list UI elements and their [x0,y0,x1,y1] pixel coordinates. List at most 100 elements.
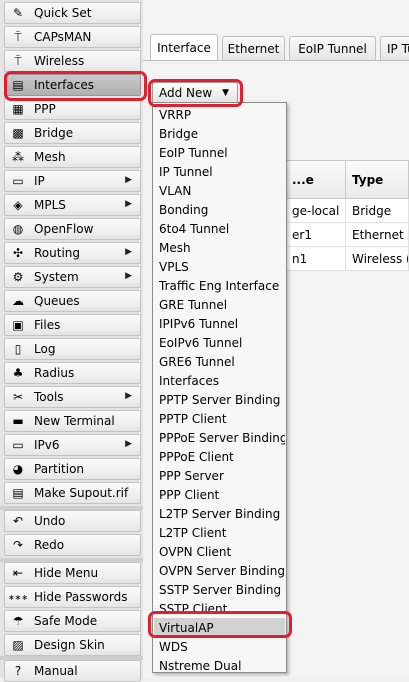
sidebar-item-safe-mode[interactable]: ☂ Safe Mode [4,610,141,632]
sidebar-item-queues[interactable]: ☁ Queues [4,290,141,312]
sidebar-item-label: IPv6 [34,438,60,452]
dropdown-item-ipipv6-tunnel[interactable]: IPIPv6 Tunnel [154,314,285,333]
table-cell-name[interactable]: n1 [286,247,346,271]
sidebar-item-bridge[interactable]: ▩ Bridge [4,122,141,144]
sidebar-item-capsman[interactable]: ⍑ CAPsMAN [4,26,141,48]
undo-icon: ↶ [12,514,24,528]
table-cell-name[interactable]: er1 [286,223,346,247]
sidebar-item-mesh[interactable]: ⁂ Mesh [4,146,141,168]
sidebar-item-label: CAPsMAN [34,30,92,44]
sidebar-item-label: Undo [34,514,66,528]
sidebar-item-label: MPLS [34,198,66,212]
tab-label: IP Tunnel [387,41,409,56]
sidebar-item-label: Log [34,342,56,356]
dropdown-item-eoipv6-tunnel[interactable]: EoIPv6 Tunnel [154,333,285,352]
dropdown-item-traffic-eng-interface[interactable]: Traffic Eng Interface [154,276,285,295]
sidebar-item-make-supout-rif[interactable]: ▤ Make Supout.rif [4,482,141,504]
dropdown-item-wds[interactable]: WDS [154,637,285,656]
tab-interface[interactable]: Interface [150,34,218,61]
cell-text: er1 [292,227,312,242]
table-cell-type[interactable]: Wireless ( [346,247,409,271]
dropdown-item-vlan[interactable]: VLAN [154,181,285,200]
dropdown-item-gre6-tunnel[interactable]: GRE6 Tunnel [154,352,285,371]
terminal-icon: ▬ [12,414,24,428]
sidebar-item-label: New Terminal [34,414,115,428]
sidebar-item-label: Routing [34,246,81,260]
cell-text: n1 [292,251,308,266]
dropdown-item-vpls[interactable]: VPLS [154,257,285,276]
dropdown-item-mesh[interactable]: Mesh [154,238,285,257]
dropdown-item-sstp-client[interactable]: SSTP Client [154,599,285,618]
sidebar-item-quick-set[interactable]: ✎ Quick Set [4,2,141,24]
dropdown-item-l2tp-server-binding[interactable]: L2TP Server Binding [154,504,285,523]
dropdown-item-gre-tunnel[interactable]: GRE Tunnel [154,295,285,314]
sidebar-item-label: Hide Menu [34,566,99,580]
submenu-arrow-icon: ▶ [125,439,132,449]
sidebar-item-log[interactable]: ▯ Log [4,338,141,360]
capsman-icon: ⍑ [14,29,22,44]
dropdown-item-vrrp[interactable]: VRRP [154,105,285,124]
mpls-icon: ◈ [13,198,23,212]
sidebar-item-redo[interactable]: ↷ Redo [4,534,141,556]
dropdown-item-bonding[interactable]: Bonding [154,200,285,219]
sidebar-item-ppp[interactable]: ▦ PPP [4,98,141,120]
dropdown-item-pppoe-client[interactable]: PPPoE Client [154,447,285,466]
sidebar-item-design-skin[interactable]: ▨ Design Skin [4,634,141,656]
interfaces-icon: ▤ [12,78,24,92]
tab-eoip-tunnel[interactable]: EoIP Tunnel [289,36,376,60]
sidebar-item-ip[interactable]: ▭ IP ▶ [4,170,141,192]
table-cell-type[interactable]: Ethernet [346,223,409,247]
sidebar-item-routing[interactable]: ✣ Routing ▶ [4,242,141,264]
cell-text: Bridge [352,203,392,218]
sidebar-item-label: Tools [34,390,64,404]
submenu-arrow-icon: ▶ [125,391,132,401]
sidebar-item-new-terminal[interactable]: ▬ New Terminal [4,410,141,432]
sidebar-item-files[interactable]: ▣ Files [4,314,141,336]
sidebar-item-hide-passwords[interactable]: ∗∗∗ Hide Passwords [4,586,141,608]
sidebar-item-radius[interactable]: ♣ Radius [4,362,141,384]
dropdown-item-nstreme-dual[interactable]: Nstreme Dual [154,656,285,675]
sidebar-item-manual[interactable]: ? Manual [4,660,141,682]
sidebar-item-hide-menu[interactable]: ⇤ Hide Menu [4,562,141,584]
add-new-dropdown: VRRP Bridge EoIP Tunnel IP Tunnel VLAN Bondin… [152,102,287,673]
dropdown-item-ovpn-server-binding[interactable]: OVPN Server Binding [154,561,285,580]
add-new-button[interactable]: Add New ▼ [152,82,238,104]
sidebar-item-interfaces[interactable]: ▤ Interfaces [4,74,141,96]
sidebar-item-partition[interactable]: ◕ Partition [4,458,141,480]
sidebar-item-ipv6[interactable]: ▭ IPv6 ▶ [4,434,141,456]
dropdown-item-ovpn-client[interactable]: OVPN Client [154,542,285,561]
quick-set-icon: ✎ [12,6,24,20]
dropdown-item-pptp-server-binding[interactable]: PPTP Server Binding [154,390,285,409]
sidebar-item-label: Make Supout.rif [34,486,129,500]
dropdown-item-pppoe-server-binding[interactable]: PPPoE Server Binding [154,428,285,447]
dropdown-item-pptp-client[interactable]: PPTP Client [154,409,285,428]
table-cell-type[interactable]: Bridge [346,199,409,223]
sidebar-item-label: Mesh [34,150,66,164]
dropdown-item-ppp-client[interactable]: PPP Client [154,485,285,504]
dropdown-item-6to4-tunnel[interactable]: 6to4 Tunnel [154,219,285,238]
dropdown-item-interfaces[interactable]: Interfaces [154,371,285,390]
sidebar-item-mpls[interactable]: ◈ MPLS ▶ [4,194,141,216]
dropdown-item-eoip-tunnel[interactable]: EoIP Tunnel [154,143,285,162]
tab-label: Interface [157,41,211,55]
routing-icon: ✣ [12,246,24,260]
dropdown-item-l2tp-client[interactable]: L2TP Client [154,523,285,542]
dropdown-item-ip-tunnel[interactable]: IP Tunnel [154,162,285,181]
column-header-type[interactable]: Type [346,161,409,199]
sidebar-item-wireless[interactable]: ⍑ Wireless [4,50,141,72]
sidebar-item-system[interactable]: ⚙ System ▶ [4,266,141,288]
dropdown-item-sstp-server-binding[interactable]: SSTP Server Binding [154,580,285,599]
sidebar-item-undo[interactable]: ↶ Undo [4,510,141,532]
dropdown-item-ppp-server[interactable]: PPP Server [154,466,285,485]
ip-icon: ▭ [12,174,24,188]
add-new-label: Add New [159,86,213,100]
sidebar-item-label: Queues [34,294,80,308]
table-cell-name[interactable]: ge-local [286,199,346,223]
dropdown-item-bridge[interactable]: Bridge [154,124,285,143]
tab-ip-tunnel[interactable]: IP Tunnel [380,36,409,60]
dropdown-item-virtualap[interactable]: VirtualAP [154,618,285,637]
sidebar-item-tools[interactable]: ✂ Tools ▶ [4,386,141,408]
column-header-name[interactable]: ...e [286,161,346,199]
tab-ethernet[interactable]: Ethernet [222,36,285,60]
sidebar-item-openflow[interactable]: ◍ OpenFlow [4,218,141,240]
